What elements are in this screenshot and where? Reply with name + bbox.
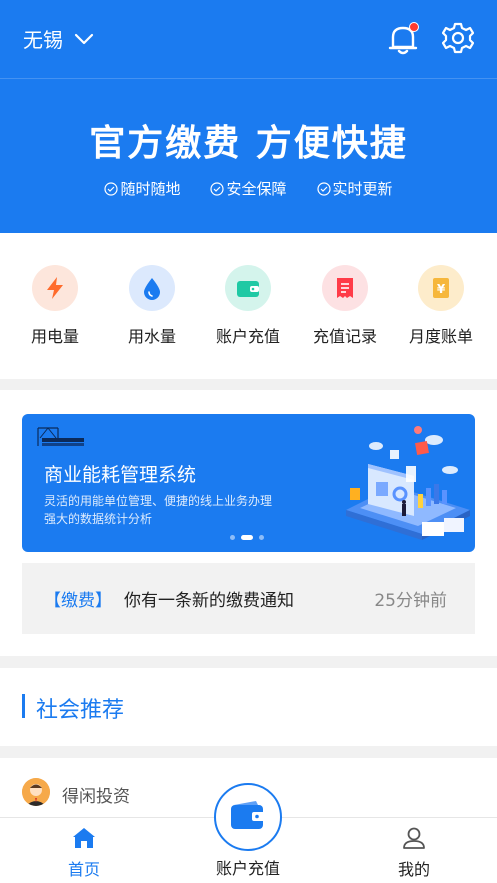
receipt-icon bbox=[322, 265, 368, 311]
avatar bbox=[22, 778, 50, 806]
content-section: 商业能耗管理系统 灵活的用能单位管理、便捷的线上业务办理 强大的数据统计分析 【… bbox=[0, 390, 497, 656]
yen-bill-icon: ¥ bbox=[418, 265, 464, 311]
gear-icon[interactable] bbox=[442, 22, 474, 54]
check-circle-icon bbox=[210, 181, 225, 196]
quick-action-label: 账户充值 bbox=[215, 327, 280, 346]
quick-action-label: 月度账单 bbox=[408, 327, 473, 346]
carousel-dot-active[interactable] bbox=[241, 535, 253, 540]
quick-action-label: 用水量 bbox=[127, 327, 176, 346]
promo-banner[interactable]: 商业能耗管理系统 灵活的用能单位管理、便捷的线上业务办理 强大的数据统计分析 bbox=[22, 414, 475, 552]
carousel-indicator bbox=[230, 535, 264, 540]
check-circle-icon bbox=[316, 181, 331, 196]
tab-recharge-label[interactable]: 账户充值 bbox=[188, 855, 308, 879]
recommend-section-header: 社会推荐 bbox=[0, 668, 497, 746]
banner-subtitle-line: 强大的数据统计分析 bbox=[44, 512, 153, 526]
section-accent-bar bbox=[22, 694, 25, 718]
feature-item: 安全保障 bbox=[210, 178, 287, 199]
home-icon bbox=[73, 828, 95, 848]
header: 无锡 官方缴费 方便快捷 随时随地 安全保障 实时更新 bbox=[0, 0, 497, 233]
banner-subtitle: 灵活的用能单位管理、便捷的线上业务办理 强大的数据统计分析 bbox=[44, 492, 304, 528]
quick-action-label: 用电量 bbox=[30, 327, 79, 346]
feature-item: 实时更新 bbox=[316, 178, 393, 199]
slogan: 官方缴费 方便快捷 bbox=[89, 123, 408, 164]
feature-item: 随时随地 bbox=[104, 178, 180, 199]
city-label: 无锡 bbox=[23, 28, 63, 52]
banner-subtitle-line: 灵活的用能单位管理、便捷的线上业务办理 bbox=[44, 494, 273, 508]
tab-home[interactable]: 首页 bbox=[24, 818, 144, 883]
recommendation-name: 得闲投资 bbox=[62, 787, 130, 807]
quick-action-recharge[interactable]: 账户充值 bbox=[203, 265, 293, 347]
notice-tag: 【缴费】 bbox=[44, 591, 112, 611]
city-selector[interactable]: 无锡 bbox=[23, 24, 95, 53]
lightning-icon bbox=[32, 265, 78, 311]
recharge-fab-button[interactable] bbox=[214, 783, 282, 851]
notification-badge bbox=[409, 22, 419, 32]
quick-action-electricity[interactable]: 用电量 bbox=[10, 265, 100, 347]
quick-action-water[interactable]: 用水量 bbox=[107, 265, 197, 347]
quick-action-monthly-bill[interactable]: ¥ 月度账单 bbox=[396, 265, 486, 347]
wallet-icon bbox=[225, 265, 271, 311]
quick-action-history[interactable]: 充值记录 bbox=[300, 265, 390, 347]
feature-list: 随时随地 安全保障 实时更新 bbox=[0, 178, 497, 199]
wallet-icon bbox=[231, 801, 265, 829]
feature-label: 实时更新 bbox=[332, 180, 393, 198]
chevron-down-icon bbox=[74, 33, 94, 44]
user-icon bbox=[403, 827, 425, 849]
quick-actions: 用电量 用水量 账户充值 充值记录 ¥ 月度账单 bbox=[0, 233, 497, 379]
svg-text:¥: ¥ bbox=[437, 282, 446, 296]
carousel-dot[interactable] bbox=[259, 535, 264, 540]
feature-label: 安全保障 bbox=[226, 180, 287, 198]
section-title: 社会推荐 bbox=[36, 698, 125, 723]
dashboard-illustration bbox=[346, 426, 470, 540]
notice-time: 25分钟前 bbox=[374, 591, 447, 611]
notice-bar[interactable]: 【缴费】 你有一条新的缴费通知 25分钟前 bbox=[22, 563, 475, 634]
company-logo bbox=[37, 427, 84, 446]
banner-title: 商业能耗管理系统 bbox=[44, 464, 197, 486]
tab-label: 我的 bbox=[397, 860, 430, 879]
tab-label: 首页 bbox=[67, 860, 100, 879]
feature-label: 随时随地 bbox=[120, 180, 181, 198]
top-bar: 无锡 bbox=[0, 0, 497, 78]
header-divider bbox=[0, 78, 497, 79]
tab-mine[interactable]: 我的 bbox=[354, 818, 474, 883]
check-circle-icon bbox=[104, 181, 119, 196]
notice-text: 你有一条新的缴费通知 bbox=[124, 591, 294, 611]
carousel-dot[interactable] bbox=[230, 535, 235, 540]
water-drop-icon bbox=[129, 265, 175, 311]
quick-action-label: 充值记录 bbox=[312, 327, 377, 346]
